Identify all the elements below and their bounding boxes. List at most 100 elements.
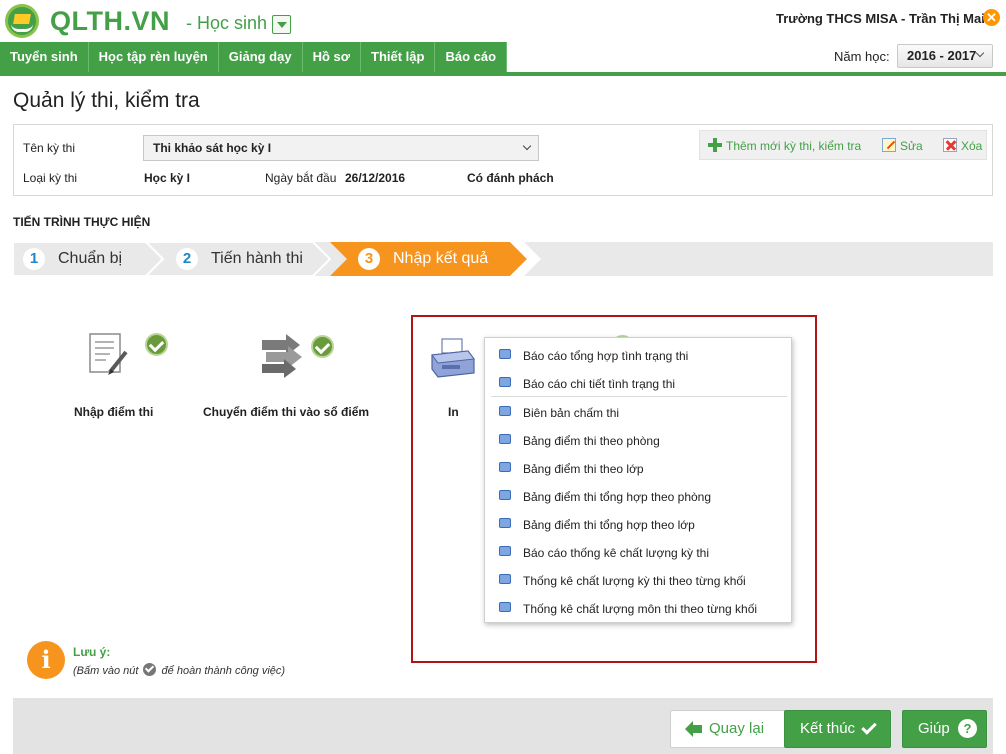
step-number: 2 xyxy=(176,248,198,270)
user-menu[interactable]: Trường THCS MISA - Trần Thị Mai xyxy=(776,11,996,26)
nav-tab-hoc-tap[interactable]: Học tập rèn luyện xyxy=(88,42,219,72)
step-conduct[interactable]: 2 Tiến hành thi xyxy=(166,242,326,276)
menu-item-report[interactable]: Bảng điểm thi theo lớp xyxy=(485,454,791,482)
nav-tab-tuyen-sinh[interactable]: Tuyển sinh xyxy=(0,42,89,72)
menu-item-report[interactable]: Báo cáo thống kê chất lượng kỳ thi xyxy=(485,538,791,566)
delete-exam-button[interactable]: Xóa xyxy=(943,138,982,153)
step-enter-results[interactable]: 3 Nhập kết quả xyxy=(348,242,523,276)
menu-item-report[interactable]: Bảng điểm thi theo phòng xyxy=(485,426,791,454)
enter-scores-label: Nhập điểm thi xyxy=(74,405,154,419)
start-date-label: Ngày bắt đầu xyxy=(265,171,337,185)
help-button[interactable]: Giúp? xyxy=(902,710,987,748)
plus-icon xyxy=(708,138,722,152)
help-label: Giúp xyxy=(918,720,950,737)
transfer-scores-label: Chuyển điểm thi vào sổ điểm xyxy=(203,405,370,419)
report-menu: Báo cáo tổng hợp tình trạng thi Báo cáo … xyxy=(484,337,792,623)
note-text-after: để hoàn thành công việc) xyxy=(161,665,286,677)
add-exam-label: Thêm mới kỳ thi, kiểm tra xyxy=(726,139,862,153)
report-icon xyxy=(499,462,511,472)
edit-icon xyxy=(882,138,896,152)
start-date-value: 26/12/2016 xyxy=(345,171,406,185)
progress-title: TIẾN TRÌNH THỰC HIỆN xyxy=(13,215,151,229)
menu-item-label: Bảng điểm thi tổng hợp theo phòng xyxy=(523,490,712,504)
exam-select[interactable]: Thi khảo sát học kỳ I xyxy=(143,135,539,161)
menu-separator xyxy=(491,396,787,397)
menu-item-report[interactable]: Báo cáo chi tiết tình trạng thi xyxy=(485,369,791,397)
exam-type-value: Học kỳ I xyxy=(144,171,191,185)
footer-bar: Quay lại Kết thúc Giúp? xyxy=(13,698,993,754)
menu-item-report[interactable]: Bảng điểm thi tổng hợp theo lớp xyxy=(485,510,791,538)
step-number: 1 xyxy=(23,248,45,270)
main-nav: Tuyển sinh Học tập rèn luyện Giảng dạy H… xyxy=(0,42,1006,76)
menu-item-label: Thống kê chất lượng kỳ thi theo từng khố… xyxy=(523,574,746,588)
step-prepare[interactable]: 1 Chuẩn bị xyxy=(13,242,163,276)
check-icon xyxy=(143,663,157,676)
exam-select-value: Thi khảo sát học kỳ I xyxy=(153,141,272,155)
menu-item-report[interactable]: Biên bản chấm thi xyxy=(485,398,791,426)
arrow-left-icon xyxy=(685,721,702,737)
print-label: In xyxy=(448,405,459,419)
report-icon xyxy=(499,490,511,500)
note-title: Lưu ý: xyxy=(73,645,111,659)
report-icon xyxy=(499,602,511,612)
menu-item-label: Báo cáo thống kê chất lượng kỳ thi xyxy=(523,546,710,560)
page-title: Quản lý thi, kiểm tra xyxy=(13,89,200,112)
chevron-down-icon xyxy=(975,48,985,58)
nav-tabs: Tuyển sinh Học tập rèn luyện Giảng dạy H… xyxy=(0,42,508,72)
exam-type-label: Loại kỳ thi xyxy=(23,171,78,185)
menu-item-label: Thống kê chất lượng môn thi theo từng kh… xyxy=(523,602,758,616)
report-icon xyxy=(499,377,511,387)
menu-item-label: Báo cáo chi tiết tình trạng thi xyxy=(523,377,676,391)
report-icon xyxy=(499,574,511,584)
edit-exam-button[interactable]: Sửa xyxy=(882,138,923,153)
anonymous-flag: Có đánh phách xyxy=(467,171,554,185)
completed-check-icon xyxy=(311,335,334,358)
question-icon: ? xyxy=(958,719,977,738)
exam-name-label: Tên kỳ thi xyxy=(23,141,76,155)
year-select[interactable]: 2016 - 2017 xyxy=(897,44,993,68)
add-exam-button[interactable]: Thêm mới kỳ thi, kiểm tra xyxy=(708,138,861,153)
year-value: 2016 - 2017 xyxy=(907,48,977,63)
finish-label: Kết thúc xyxy=(800,720,856,737)
menu-item-report[interactable]: Thống kê chất lượng môn thi theo từng kh… xyxy=(485,594,791,622)
exam-actions: Thêm mới kỳ thi, kiểm tra Sửa Xóa xyxy=(699,130,987,160)
finish-button[interactable]: Kết thúc xyxy=(784,710,891,748)
nav-tab-giang-day[interactable]: Giảng dạy xyxy=(218,42,303,72)
step-label: Nhập kết quả xyxy=(393,250,489,267)
year-label: Năm học: xyxy=(834,49,890,64)
report-icon xyxy=(499,349,511,359)
menu-item-label: Bảng điểm thi tổng hợp theo lớp xyxy=(523,518,695,532)
logo-icon[interactable] xyxy=(5,4,39,38)
step-label: Tiến hành thi xyxy=(211,250,303,267)
menu-item-report[interactable]: Báo cáo tổng hợp tình trạng thi xyxy=(485,341,791,369)
nav-tab-bao-cao[interactable]: Báo cáo xyxy=(435,42,508,72)
printer-icon xyxy=(431,338,475,378)
module-name: - Học sinh xyxy=(186,13,268,33)
menu-item-label: Báo cáo tổng hợp tình trạng thi xyxy=(523,349,689,363)
app-header: QLTH.VN - Học sinh Trường THCS MISA - Tr… xyxy=(0,0,1006,42)
check-icon xyxy=(861,719,877,735)
step-number: 3 xyxy=(358,248,380,270)
menu-item-label: Bảng điểm thi theo phòng xyxy=(523,434,660,448)
report-icon xyxy=(499,434,511,444)
back-button[interactable]: Quay lại xyxy=(670,710,790,748)
menu-item-report[interactable]: Thống kê chất lượng kỳ thi theo từng khố… xyxy=(485,566,791,594)
report-icon xyxy=(499,518,511,528)
logo-text[interactable]: QLTH.VN xyxy=(50,6,170,37)
module-dropdown-icon[interactable] xyxy=(272,15,291,34)
delete-exam-label: Xóa xyxy=(961,139,983,153)
edit-exam-label: Sửa xyxy=(900,139,923,153)
step-label: Chuẩn bị xyxy=(58,250,123,267)
menu-item-label: Biên bản chấm thi xyxy=(523,406,620,420)
transfer-arrows-icon xyxy=(262,334,302,378)
exam-info-panel: Tên kỳ thi Thi khảo sát học kỳ I Loại kỳ… xyxy=(13,124,993,196)
progress-steps: 1 Chuẩn bị 2 Tiến hành thi 3 Nhập kết qu… xyxy=(13,242,993,276)
chevron-down-icon xyxy=(522,141,532,151)
nav-tab-thiet-lap[interactable]: Thiết lập xyxy=(361,42,436,72)
report-icon xyxy=(499,546,511,556)
logout-icon[interactable]: ✕ xyxy=(983,9,1000,26)
menu-item-report[interactable]: Bảng điểm thi tổng hợp theo phòng xyxy=(485,482,791,510)
report-icon xyxy=(499,406,511,416)
back-label: Quay lại xyxy=(709,720,765,737)
nav-tab-ho-so[interactable]: Hồ sơ xyxy=(302,42,362,72)
